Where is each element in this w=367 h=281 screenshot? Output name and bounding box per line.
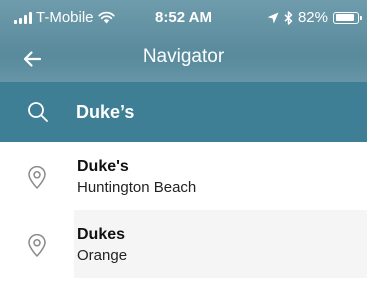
results-list: Duke's Huntington Beach Dukes Orange <box>0 142 367 278</box>
location-pin-icon <box>28 166 46 189</box>
status-bar: T-Mobile 8:52 AM 82% <box>0 0 367 36</box>
location-pin-icon <box>28 234 46 257</box>
list-item[interactable]: Duke's Huntington Beach <box>0 142 367 210</box>
nav-bar: Navigator <box>0 36 367 82</box>
search-icon <box>28 102 48 122</box>
list-item[interactable]: Dukes Orange <box>0 210 367 278</box>
search-input[interactable] <box>76 98 336 126</box>
bluetooth-icon <box>284 10 293 25</box>
battery-icon <box>333 11 362 24</box>
page-title: Navigator <box>142 46 225 67</box>
search-bar <box>0 82 367 142</box>
result-location: Huntington Beach <box>77 179 197 196</box>
battery-percentage: 82% <box>297 9 328 26</box>
result-name: Duke's <box>77 158 129 175</box>
location-arrow-icon <box>267 12 279 23</box>
status-right: 82% <box>267 9 362 26</box>
header: T-Mobile 8:52 AM 82% Navigator <box>0 0 367 82</box>
result-location: Orange <box>77 247 128 264</box>
list-item-content: Duke's Huntington Beach <box>74 142 367 210</box>
result-name: Dukes <box>77 226 126 243</box>
list-item-content: Dukes Orange <box>74 210 367 278</box>
